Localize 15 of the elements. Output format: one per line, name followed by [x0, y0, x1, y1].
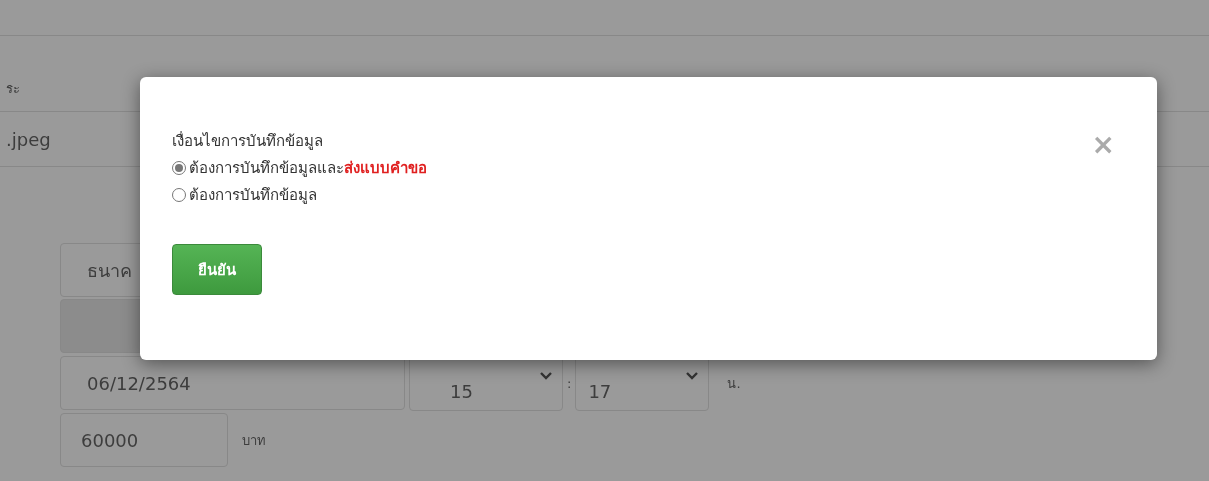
option-label: ต้องการบันทึกข้อมูล	[189, 185, 317, 206]
chevron-down-icon	[540, 372, 552, 380]
confirm-button[interactable]: ยืนยัน	[172, 244, 262, 295]
amount-field[interactable]: 60000	[60, 413, 228, 467]
date-field[interactable]: 06/12/2564	[60, 356, 405, 410]
radio-button[interactable]	[172, 161, 186, 175]
currency-label: บาท	[242, 431, 266, 450]
chevron-down-icon	[686, 372, 699, 380]
close-button[interactable]: ×	[1091, 131, 1115, 159]
option-label: ต้องการบันทึกข้อมูลและส่งแบบคำขอ	[189, 158, 427, 179]
field-label: ระ	[6, 80, 20, 98]
dialog-title: เงื่อนไขการบันทึกข้อมูล	[172, 130, 323, 152]
time-separator: :	[567, 375, 572, 391]
radio-button[interactable]	[172, 188, 186, 202]
time-unit: น.	[727, 374, 741, 393]
